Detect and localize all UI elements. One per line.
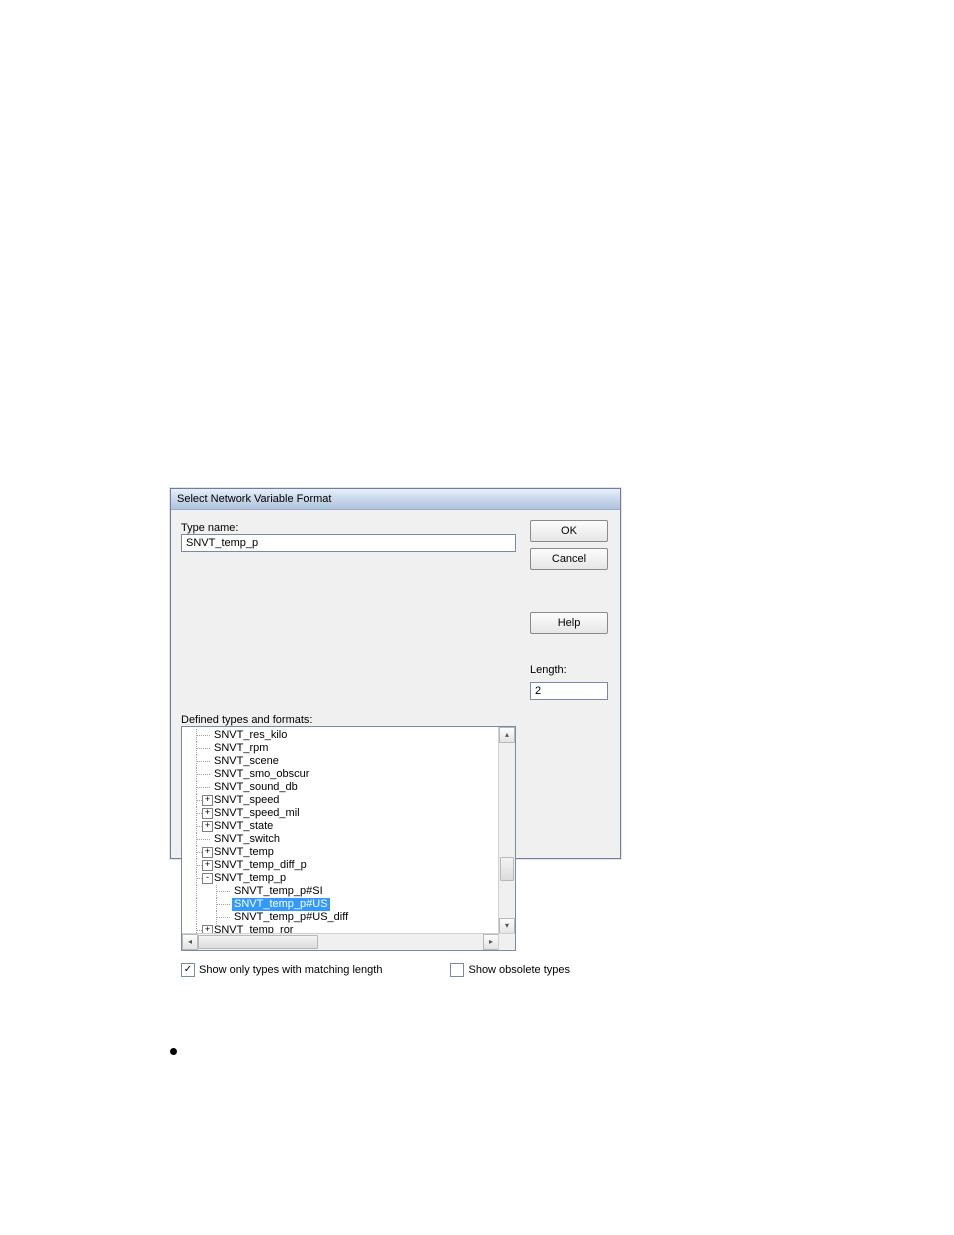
vertical-scrollbar[interactable]: ▴ ▾	[498, 727, 515, 934]
tree-item[interactable]: SNVT_rpm	[182, 742, 515, 755]
tree-item-label: SNVT_switch	[212, 833, 282, 846]
tree-item[interactable]: +SNVT_speed_mil	[182, 807, 515, 820]
type-name-label: Type name:	[181, 520, 516, 534]
expand-icon[interactable]: +	[202, 808, 213, 819]
tree-item[interactable]: SNVT_scene	[182, 755, 515, 768]
show-matching-length-checkbox[interactable]: ✓	[181, 963, 195, 977]
tree-item-label: SNVT_speed	[212, 794, 281, 807]
tree-item[interactable]: +SNVT_speed	[182, 794, 515, 807]
expand-icon[interactable]: +	[202, 860, 213, 871]
help-button[interactable]: Help	[530, 612, 608, 634]
tree-item-label: SNVT_temp_diff_p	[212, 859, 309, 872]
bullet-icon	[170, 1048, 177, 1055]
tree-item-label: SNVT_scene	[212, 755, 281, 768]
scroll-up-button[interactable]: ▴	[499, 727, 515, 743]
tree-item[interactable]: -SNVT_temp_p	[182, 872, 515, 885]
tree-item[interactable]: +SNVT_state	[182, 820, 515, 833]
tree-item-label: SNVT_temp_p#US_diff	[232, 911, 350, 924]
horizontal-scroll-thumb[interactable]	[198, 935, 318, 949]
select-nv-format-dialog: Select Network Variable Format Type name…	[170, 488, 621, 859]
scroll-right-button[interactable]: ▸	[483, 934, 499, 950]
defined-types-label: Defined types and formats:	[181, 712, 516, 726]
dialog-title: Select Network Variable Format	[171, 489, 620, 510]
expand-icon[interactable]: +	[202, 821, 213, 832]
scroll-down-button[interactable]: ▾	[499, 918, 515, 934]
show-obsolete-types-checkbox[interactable]	[450, 963, 464, 977]
tree-item-label: SNVT_state	[212, 820, 275, 833]
expand-icon[interactable]: +	[202, 847, 213, 858]
horizontal-scrollbar[interactable]: ◂ ▸	[182, 933, 499, 950]
collapse-icon[interactable]: -	[202, 873, 213, 884]
tree-item-label: SNVT_temp	[212, 846, 276, 859]
scroll-left-button[interactable]: ◂	[182, 934, 198, 950]
length-label: Length:	[530, 662, 610, 676]
vertical-scroll-thumb[interactable]	[500, 857, 514, 881]
tree-item[interactable]: SNVT_sound_db	[182, 781, 515, 794]
tree-item[interactable]: +SNVT_temp	[182, 846, 515, 859]
tree-item-label: SNVT_speed_mil	[212, 807, 302, 820]
tree-item[interactable]: SNVT_temp_p#SI	[182, 885, 515, 898]
type-tree[interactable]: SNVT_res_kiloSNVT_rpmSNVT_sceneSNVT_smo_…	[181, 726, 516, 951]
tree-item[interactable]: SNVT_res_kilo	[182, 729, 515, 742]
tree-item[interactable]: SNVT_smo_obscur	[182, 768, 515, 781]
tree-item[interactable]: SNVT_temp_p#US	[182, 898, 515, 911]
length-input[interactable]	[530, 682, 608, 700]
tree-item-label: SNVT_sound_db	[212, 781, 300, 794]
type-name-input[interactable]	[181, 534, 516, 552]
cancel-button[interactable]: Cancel	[530, 548, 608, 570]
tree-item-label: SNVT_smo_obscur	[212, 768, 311, 781]
tree-item[interactable]: SNVT_temp_p#US_diff	[182, 911, 515, 924]
show-matching-length-label: Show only types with matching length	[199, 964, 382, 976]
tree-item-label: SNVT_rpm	[212, 742, 270, 755]
show-obsolete-types-label: Show obsolete types	[468, 964, 570, 976]
tree-item[interactable]: SNVT_switch	[182, 833, 515, 846]
tree-item[interactable]: +SNVT_temp_diff_p	[182, 859, 515, 872]
tree-item-label: SNVT_temp_p#US	[232, 898, 330, 911]
expand-icon[interactable]: +	[202, 795, 213, 806]
tree-item-label: SNVT_temp_p#SI	[232, 885, 325, 898]
scroll-corner	[498, 933, 515, 950]
ok-button[interactable]: OK	[530, 520, 608, 542]
tree-item-label: SNVT_res_kilo	[212, 729, 289, 742]
tree-item-label: SNVT_temp_p	[212, 872, 288, 885]
